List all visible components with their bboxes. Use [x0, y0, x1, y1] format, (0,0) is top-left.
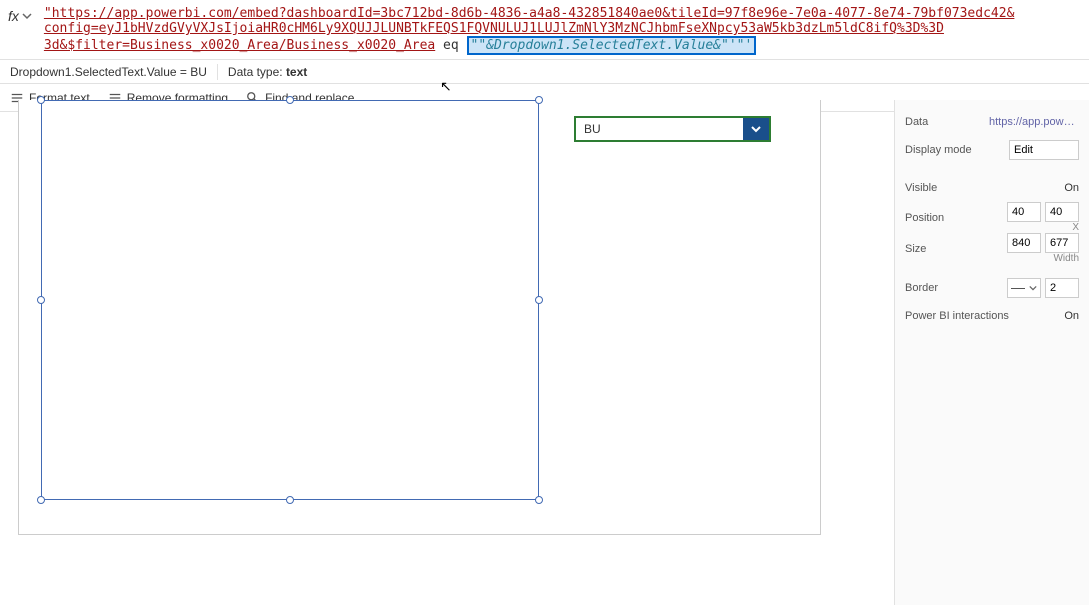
resize-handle-b[interactable] [286, 496, 294, 504]
status-expression: Dropdown1.SelectedText.Value = BU [10, 65, 207, 79]
prop-visible-row: Visible On [905, 174, 1079, 202]
status-bar: Dropdown1.SelectedText.Value = BU Data t… [0, 60, 1089, 84]
prop-data-row: Data https://app.powerbi. [905, 108, 1079, 136]
powerbi-tile[interactable] [41, 100, 539, 500]
formula-bar: fx "https://app.powerbi.com/embed?dashbo… [0, 0, 1089, 60]
resize-handle-br[interactable] [535, 496, 543, 504]
prop-position-row: Position X [905, 202, 1079, 233]
fx-button[interactable]: fx [0, 2, 38, 24]
formula-text[interactable]: "https://app.powerbi.com/embed?dashboard… [38, 2, 1089, 57]
prop-size-wlabel: Width [1053, 253, 1079, 264]
resize-handle-l[interactable] [37, 296, 45, 304]
chevron-down-icon [749, 122, 763, 136]
properties-panel: Data https://app.powerbi. Display mode V… [894, 100, 1089, 605]
prop-size-label: Size [905, 243, 1003, 255]
prop-size-row: Size Width [905, 233, 1079, 264]
dropdown-control[interactable]: BU [574, 116, 771, 142]
formula-line1: "https://app.powerbi.com/embed?dashboard… [44, 6, 1015, 21]
formula-line3-pre: 3d&$filter=Business_x0020_Area/Business_… [44, 38, 435, 53]
chevron-down-icon [1029, 284, 1037, 292]
fx-label-text: fx [8, 8, 19, 24]
prop-data-value[interactable]: https://app.powerbi. [989, 116, 1079, 128]
resize-handle-t[interactable] [286, 96, 294, 104]
prop-displaymode-value[interactable] [1009, 140, 1079, 160]
canvas[interactable]: BU [18, 100, 821, 535]
resize-handle-bl[interactable] [37, 496, 45, 504]
prop-position-x[interactable] [1007, 202, 1041, 222]
prop-border-style[interactable] [1007, 278, 1041, 298]
prop-border-label: Border [905, 282, 1003, 294]
formula-eq: eq [435, 38, 466, 53]
prop-visible-value[interactable]: On [1064, 182, 1079, 194]
separator [217, 64, 218, 80]
prop-size-width[interactable] [1007, 233, 1041, 253]
prop-visible-label: Visible [905, 182, 1064, 194]
prop-border-width[interactable] [1045, 278, 1079, 298]
resize-handle-tr[interactable] [535, 96, 543, 104]
dropdown-chevron-button[interactable] [743, 118, 769, 140]
status-datatype: Data type: text [228, 65, 307, 79]
formula-highlighted: ""&Dropdown1.SelectedText.Value&"'"' [467, 36, 757, 55]
prop-size-height[interactable] [1045, 233, 1079, 253]
resize-handle-tl[interactable] [37, 96, 45, 104]
border-dash-icon [1011, 288, 1025, 289]
dropdown-selected-value: BU [576, 122, 743, 136]
prop-pbi-row: Power BI interactions On [905, 302, 1079, 330]
chevron-down-icon [22, 11, 32, 21]
prop-position-y[interactable] [1045, 202, 1079, 222]
prop-displaymode-row: Display mode [905, 136, 1079, 164]
prop-pbi-value[interactable]: On [1064, 310, 1079, 322]
prop-data-label: Data [905, 116, 989, 128]
prop-position-xlabel: X [1072, 222, 1079, 233]
resize-handle-r[interactable] [535, 296, 543, 304]
prop-border-row: Border [905, 274, 1079, 302]
formula-line2: config=eyJ1bHVzdGVyVXJsIjoiaHR0cHM6Ly9XQ… [44, 21, 944, 36]
prop-pbi-label: Power BI interactions [905, 310, 1064, 322]
prop-position-label: Position [905, 212, 1003, 224]
prop-displaymode-label: Display mode [905, 144, 1009, 156]
